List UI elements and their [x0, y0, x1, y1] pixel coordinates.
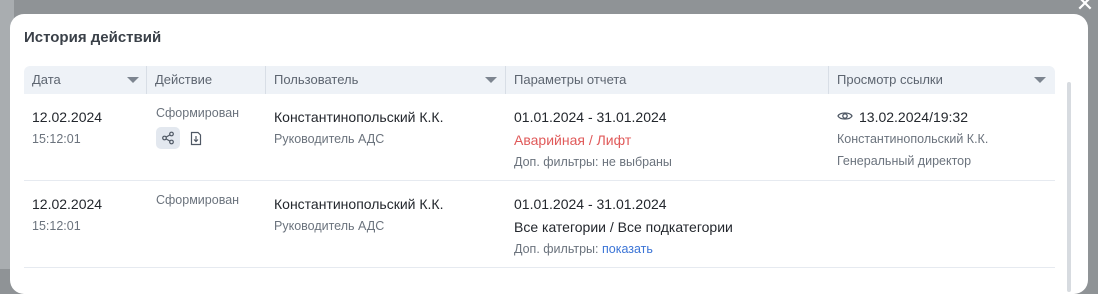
row-category: Аварийная / Лифт — [514, 132, 632, 148]
row-date: 12.02.2024 — [32, 109, 103, 125]
row-user-role: Руководитель АДС — [274, 132, 385, 146]
chevron-down-icon[interactable] — [127, 77, 139, 83]
row-period: 01.01.2024 - 31.01.2024 — [514, 109, 667, 125]
row-action: Сформирован — [156, 193, 240, 207]
row-time: 15:12:01 — [32, 219, 81, 233]
row-user-name: Константинопольский К.К. — [274, 109, 444, 125]
show-filters-link[interactable]: показать — [602, 242, 653, 256]
scrollbar[interactable] — [1067, 82, 1071, 292]
table-row: 12.02.2024 15:12:01 Сформирован Констант… — [24, 94, 1055, 181]
history-dialog: История действий Дата Действие Пользоват… — [10, 14, 1088, 294]
share-button[interactable] — [156, 127, 180, 149]
row-extra-filters: Доп. фильтры: показать — [514, 242, 653, 256]
row-view-role: Генеральный директор — [837, 154, 972, 168]
table-row: 12.02.2024 15:12:01 Сформирован Констант… — [24, 181, 1055, 268]
row-view-datetime: 13.02.2024/19:32 — [859, 109, 968, 125]
table-header: Дата Действие Пользователь Параметры отч… — [24, 66, 1055, 94]
chevron-down-icon[interactable] — [1034, 77, 1046, 83]
dialog-title: История действий — [24, 29, 162, 46]
download-file-icon — [190, 131, 202, 145]
column-header-link-views[interactable]: Просмотр ссылки — [829, 66, 1055, 94]
share-icon — [162, 131, 174, 145]
row-action: Сформирован — [156, 106, 240, 120]
row-view-user: Константинопольский К.К. — [837, 132, 989, 146]
column-header-user[interactable]: Пользователь — [266, 66, 505, 94]
history-table: Дата Действие Пользователь Параметры отч… — [24, 66, 1055, 268]
column-header-report-params: Параметры отчета — [514, 72, 627, 87]
download-button[interactable] — [184, 127, 208, 149]
row-category: Все категории / Все подкатегории — [514, 219, 733, 235]
row-time: 15:12:01 — [32, 132, 81, 146]
chevron-down-icon[interactable] — [485, 77, 497, 83]
row-extra-filters: Доп. фильтры: не выбраны — [514, 155, 672, 169]
row-date: 12.02.2024 — [32, 196, 103, 212]
column-header-action: Действие — [155, 72, 213, 87]
eye-icon — [837, 108, 853, 129]
row-user-role: Руководитель АДС — [274, 219, 385, 233]
row-user-name: Константинопольский К.К. — [274, 196, 444, 212]
row-period: 01.01.2024 - 31.01.2024 — [514, 196, 667, 212]
